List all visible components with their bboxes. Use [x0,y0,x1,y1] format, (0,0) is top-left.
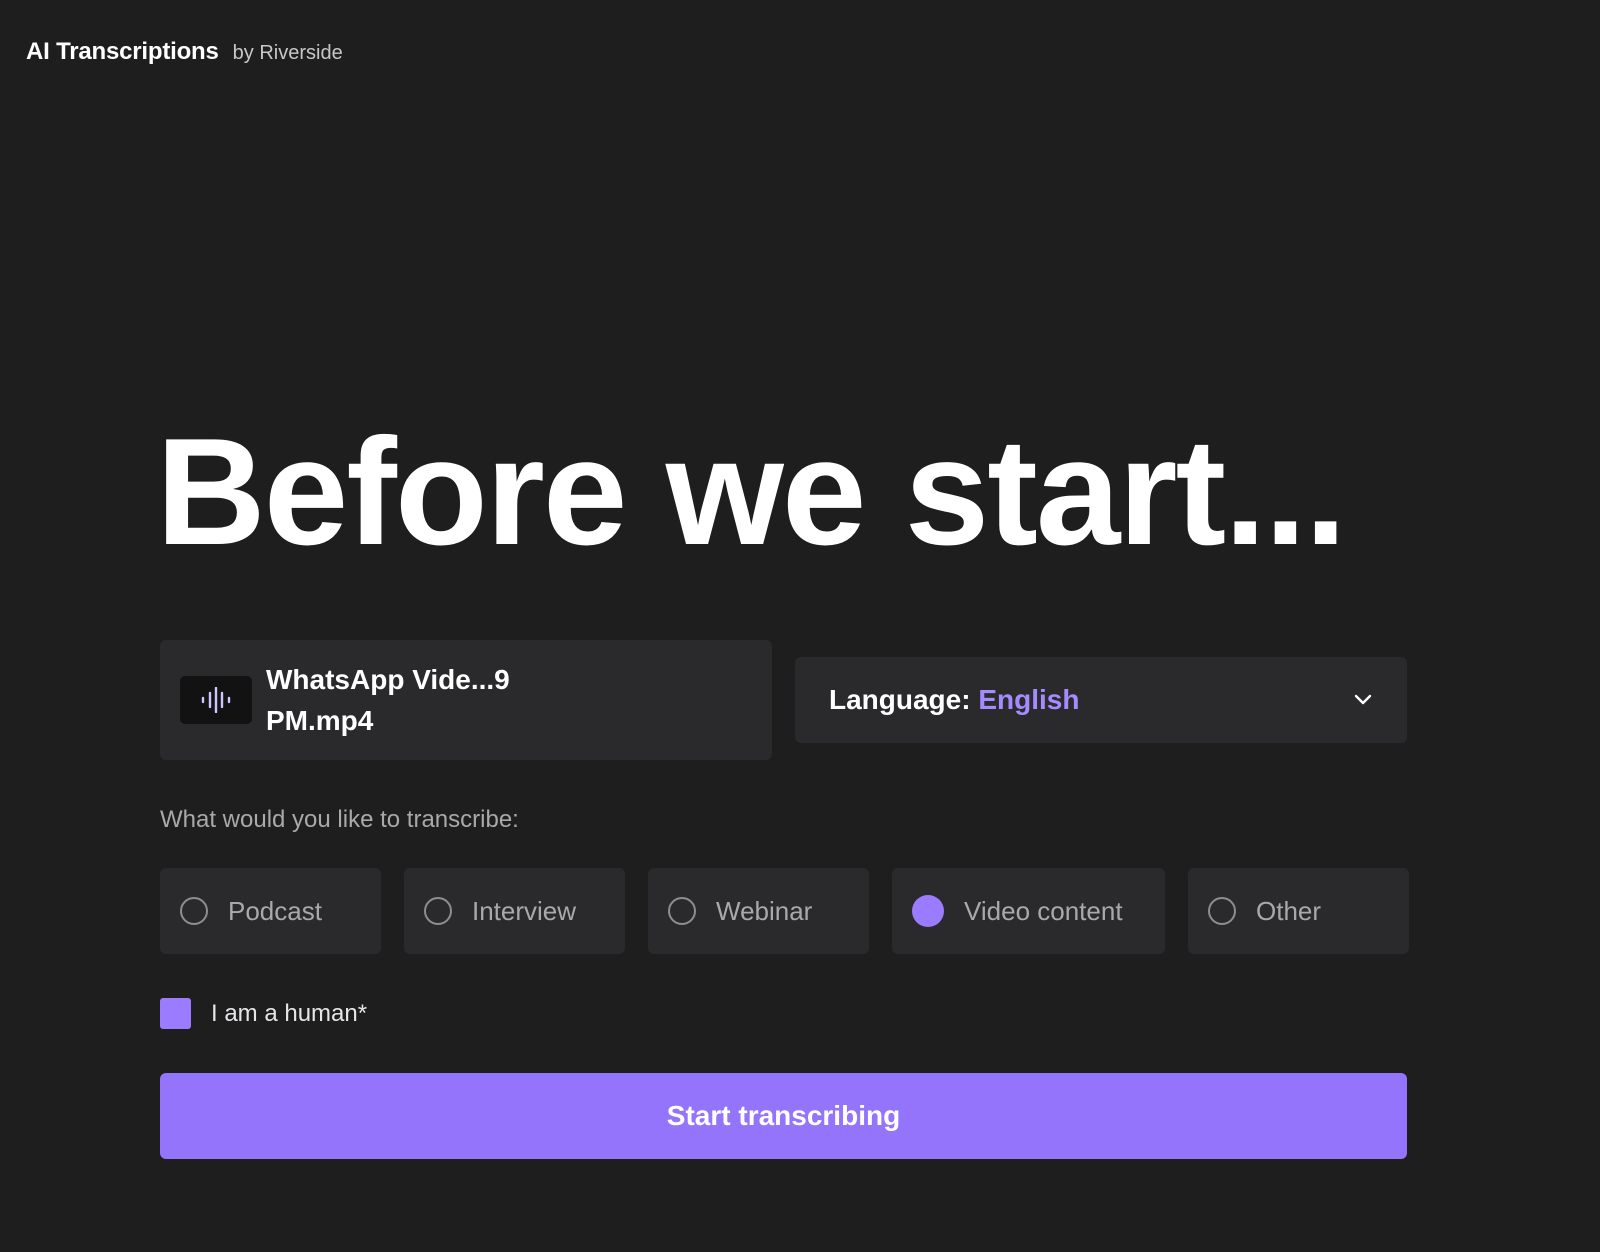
option-podcast[interactable]: Podcast [160,868,381,954]
uploaded-file-card: WhatsApp Vide...9 PM.mp4 [160,640,772,760]
start-transcribing-button[interactable]: Start transcribing [160,1073,1407,1159]
option-label: Video content [964,895,1123,926]
page: AI Transcriptions by Riverside Before we… [0,0,1600,1252]
brand-subtitle: by Riverside [232,42,343,64]
human-checkbox[interactable] [160,998,191,1029]
language-select[interactable]: Language: English [795,657,1407,743]
human-check-row: I am a human* [160,998,367,1029]
language-label: Language: [829,684,971,715]
language-value: English [978,684,1080,715]
option-label: Other [1256,895,1322,926]
language-display: Language: English [829,684,1079,716]
audio-waveform-icon [180,676,252,724]
option-label: Podcast [228,895,322,926]
brand: AI Transcriptions by Riverside [26,38,343,66]
page-title: Before we start... [156,407,1347,577]
brand-title: AI Transcriptions [26,38,219,65]
option-other[interactable]: Other [1188,868,1409,954]
option-label: Interview [472,895,577,926]
radio-video-content[interactable] [912,895,944,927]
option-interview[interactable]: Interview [404,868,625,954]
transcribe-question: What would you like to transcribe: [160,806,519,833]
content-type-options: Podcast Interview Webinar Video content … [160,868,1409,954]
option-label: Webinar [716,895,813,926]
option-video-content[interactable]: Video content [892,868,1165,954]
human-check-label: I am a human* [211,999,368,1027]
chevron-down-icon [1353,690,1373,710]
radio-podcast[interactable] [180,897,208,925]
radio-interview[interactable] [424,897,452,925]
file-name: WhatsApp Vide...9 PM.mp4 [266,664,510,736]
radio-other[interactable] [1208,897,1236,925]
option-webinar[interactable]: Webinar [648,868,869,954]
radio-webinar[interactable] [668,897,696,925]
